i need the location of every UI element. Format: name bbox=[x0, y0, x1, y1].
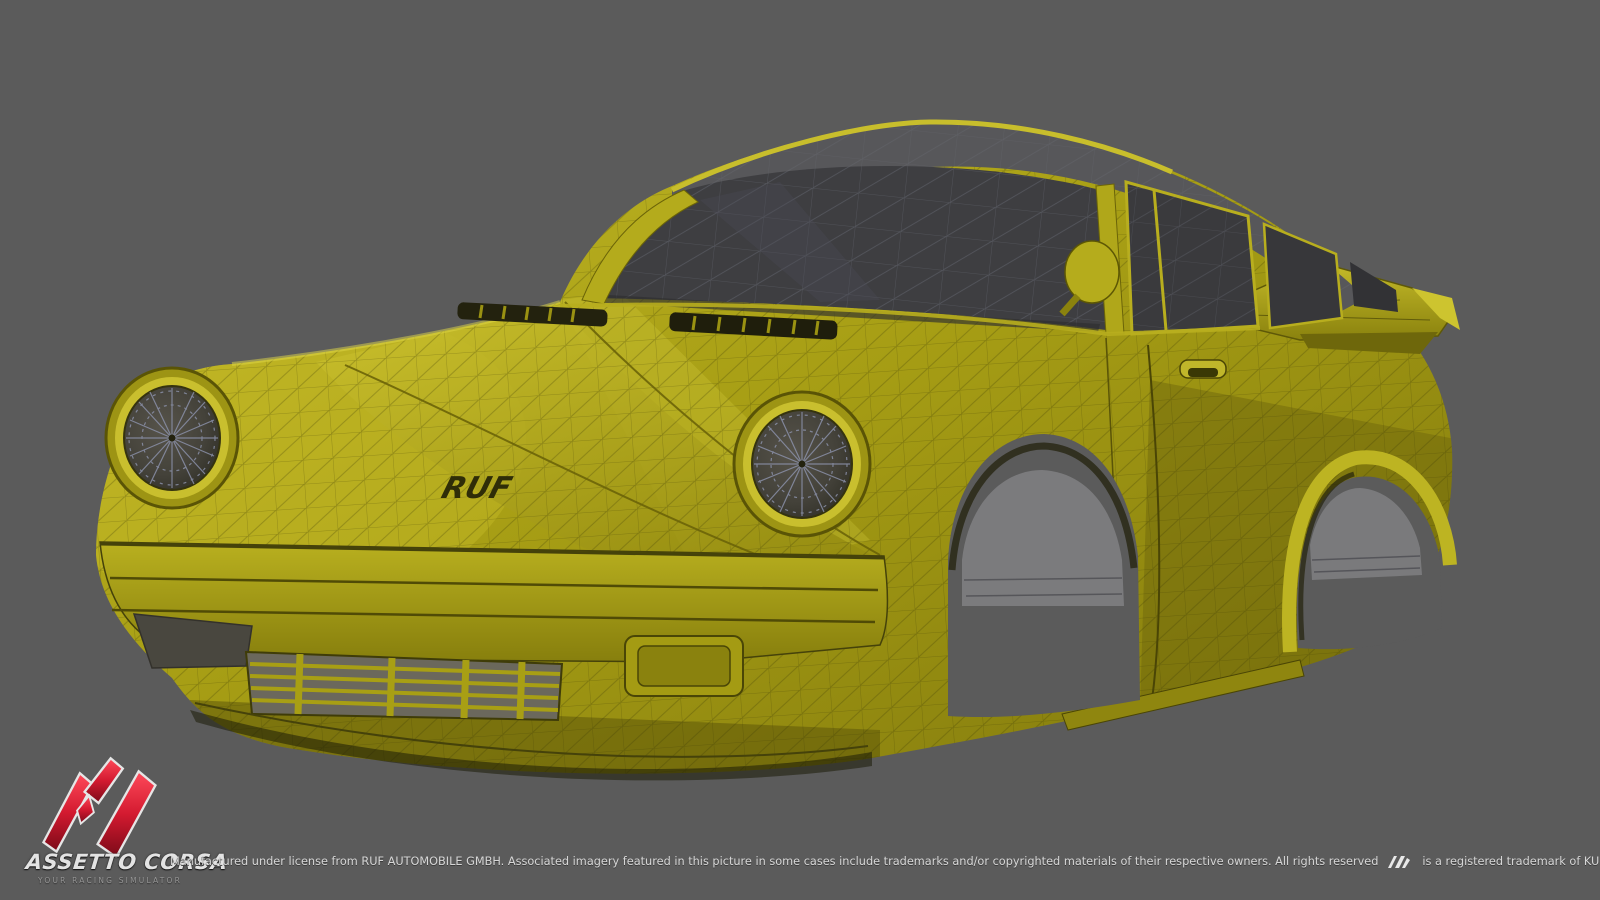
headlight-left bbox=[106, 368, 238, 508]
headlight-right bbox=[734, 392, 870, 536]
disclaimer-text-2: is a registered trademark of KUNOS Simul… bbox=[1422, 855, 1600, 868]
assetto-corsa-logo: ASSETTO CORSA YOUR RACING SIMULATOR bbox=[22, 748, 202, 898]
render-canvas: RUF ASSETTO CORSA YOUR RACING SIMULATOR … bbox=[0, 0, 1600, 900]
license-disclaimer: Manufactured under license from RUF AUTO… bbox=[170, 851, 1570, 871]
logo-subtitle: YOUR RACING SIMULATOR bbox=[38, 876, 182, 885]
door-handle-recess bbox=[1188, 368, 1218, 377]
rear-wheel-arch bbox=[1289, 457, 1450, 652]
assetto-corsa-logo-mark bbox=[36, 750, 176, 858]
assetto-corsa-trademark-icon bbox=[1387, 853, 1413, 869]
ruf-badge: RUF bbox=[438, 472, 516, 506]
disclaimer-text-1: Manufactured under license from RUF AUTO… bbox=[170, 855, 1378, 868]
car-3d-model: RUF bbox=[0, 0, 1600, 900]
svg-text:RUF: RUF bbox=[438, 472, 516, 506]
front-wheel-arch bbox=[948, 434, 1140, 717]
front-grille bbox=[246, 652, 562, 720]
